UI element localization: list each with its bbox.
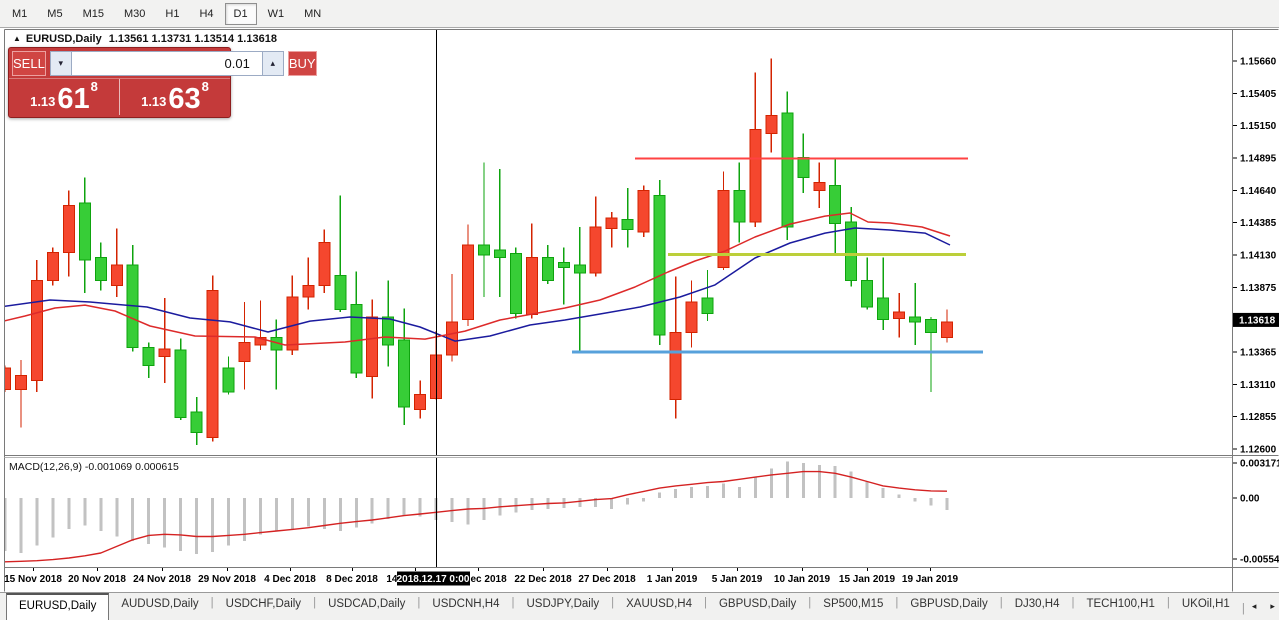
tab-scroll-controls: |◂▸ — [1242, 593, 1279, 620]
svg-text:1.14385: 1.14385 — [1240, 218, 1277, 229]
svg-text:2018.12.17 0:00: 2018.12.17 0:00 — [397, 574, 470, 585]
chart-tab-gbpusd-daily[interactable]: GBPUSD,Daily — [707, 593, 808, 620]
svg-text:1.13618: 1.13618 — [1239, 315, 1276, 326]
volume-increase-button[interactable]: ▴ — [262, 52, 283, 75]
svg-text:1.13110: 1.13110 — [1240, 380, 1276, 391]
svg-text:1.14130: 1.14130 — [1240, 251, 1277, 262]
svg-text:1.15150: 1.15150 — [1240, 121, 1277, 132]
chart-tab-usdjpy-daily[interactable]: USDJPY,Daily — [514, 593, 611, 620]
chart-title: ▲ EURUSD,Daily 1.13561 1.13731 1.13514 1.1… — [13, 33, 277, 45]
buy-price-big-digits: 63 — [168, 86, 200, 112]
svg-text:1.12600: 1.12600 — [1240, 445, 1277, 456]
svg-text:15 Nov 2018: 15 Nov 2018 — [4, 574, 62, 585]
svg-text:0.00: 0.00 — [1240, 494, 1260, 505]
timeframe-button-m1[interactable]: M1 — [3, 3, 36, 25]
svg-text:24 Nov 2018: 24 Nov 2018 — [133, 574, 191, 585]
one-click-trade-panel: SELL ▾ ▴ BUY 1.13 61 8 1.13 63 8 — [8, 47, 231, 118]
buy-price-display[interactable]: 1.13 63 8 — [120, 79, 230, 115]
svg-text:27 Dec 2018: 27 Dec 2018 — [578, 574, 636, 585]
trading-platform-window: M1M5M15M30H1H4D1W1MN 1.15660 1.15405 1.151… — [0, 0, 1279, 620]
svg-text:1.15660: 1.15660 — [1240, 57, 1277, 68]
timeframe-button-w1[interactable]: W1 — [259, 3, 294, 25]
chart-tab-dj30-h4[interactable]: DJ30,H4 — [1003, 593, 1072, 620]
buy-button[interactable]: BUY — [288, 51, 317, 76]
sell-price-big-digits: 61 — [57, 86, 89, 112]
tab-scroll-left-icon[interactable]: ◂ — [1245, 599, 1264, 614]
sell-price-pipette: 8 — [91, 79, 98, 93]
svg-text:1.14640: 1.14640 — [1240, 186, 1277, 197]
timeframe-button-d1[interactable]: D1 — [225, 3, 257, 25]
timeframe-button-m5[interactable]: M5 — [38, 3, 71, 25]
chart-tab-usdcad-daily[interactable]: USDCAD,Daily — [316, 593, 417, 620]
timeframe-button-h1[interactable]: H1 — [156, 3, 188, 25]
timeframe-button-h4[interactable]: H4 — [190, 3, 222, 25]
buy-price-pipette: 8 — [202, 79, 209, 93]
svg-text:19 Jan 2019: 19 Jan 2019 — [902, 574, 959, 585]
svg-text:1.13875: 1.13875 — [1240, 283, 1277, 294]
svg-text:20 Nov 2018: 20 Nov 2018 — [68, 574, 126, 585]
svg-text:15 Jan 2019: 15 Jan 2019 — [839, 574, 896, 585]
timeframe-button-m30[interactable]: M30 — [115, 3, 154, 25]
collapse-panel-icon[interactable]: ▲ — [13, 34, 21, 43]
chart-tab-sp500-m15[interactable]: SP500,M15 — [811, 593, 895, 620]
tab-scroll-right-icon[interactable]: ▸ — [1263, 599, 1279, 614]
timeframe-button-m15[interactable]: M15 — [74, 3, 113, 25]
chart-tab-usdchf-daily[interactable]: USDCHF,Daily — [214, 593, 313, 620]
chart-tab-eurusd-daily[interactable]: EURUSD,Daily — [6, 593, 109, 620]
chart-tab-gbpusd-daily[interactable]: GBPUSD,Daily — [898, 593, 999, 620]
volume-input[interactable] — [72, 52, 262, 75]
svg-text:1 Jan 2019: 1 Jan 2019 — [647, 574, 698, 585]
chart-tab-tech100-h1[interactable]: TECH100,H1 — [1074, 593, 1166, 620]
svg-text:0.003171: 0.003171 — [1240, 459, 1279, 470]
chart-tab-usdcnh-h4[interactable]: USDCNH,H4 — [420, 593, 511, 620]
svg-text:1.12855: 1.12855 — [1240, 412, 1277, 423]
sell-price-display[interactable]: 1.13 61 8 — [9, 79, 120, 115]
chart-ohlc-values: 1.13561 1.13731 1.13514 1.13618 — [109, 33, 277, 45]
sell-button[interactable]: SELL — [12, 51, 46, 76]
chart-tab-audusd-daily[interactable]: AUDUSD,Daily — [109, 593, 210, 620]
volume-decrease-button[interactable]: ▾ — [51, 52, 72, 75]
buy-price-prefix: 1.13 — [141, 92, 166, 112]
chart-tab-xauusd-h4[interactable]: XAUUSD,H4 — [614, 593, 704, 620]
svg-text:22 Dec 2018: 22 Dec 2018 — [514, 574, 572, 585]
sell-price-prefix: 1.13 — [30, 92, 55, 112]
svg-text:-0.005543: -0.005543 — [1240, 554, 1279, 565]
timeframe-button-mn[interactable]: MN — [295, 3, 330, 25]
svg-text:5 Jan 2019: 5 Jan 2019 — [712, 574, 763, 585]
svg-text:1.15405: 1.15405 — [1240, 89, 1277, 100]
svg-text:8 Dec 2018: 8 Dec 2018 — [326, 574, 378, 585]
chart-tab-bar: EURUSD,DailyAUDUSD,Daily|USDCHF,Daily|US… — [0, 592, 1279, 620]
svg-text:1.14895: 1.14895 — [1240, 154, 1277, 165]
svg-text:4 Dec 2018: 4 Dec 2018 — [264, 574, 316, 585]
macd-indicator-label: MACD(12,26,9) -0.001069 0.000615 — [9, 461, 179, 473]
svg-text:1.13365: 1.13365 — [1240, 348, 1277, 359]
chart-tab-ukoil-h1[interactable]: UKOil,H1 — [1170, 593, 1242, 620]
chart-symbol-label: EURUSD,Daily — [26, 33, 102, 45]
svg-text:29 Nov 2018: 29 Nov 2018 — [198, 574, 256, 585]
timeframe-toolbar: M1M5M15M30H1H4D1W1MN — [0, 0, 1279, 28]
volume-control: ▾ ▴ — [50, 51, 284, 76]
svg-text:10 Jan 2019: 10 Jan 2019 — [774, 574, 831, 585]
